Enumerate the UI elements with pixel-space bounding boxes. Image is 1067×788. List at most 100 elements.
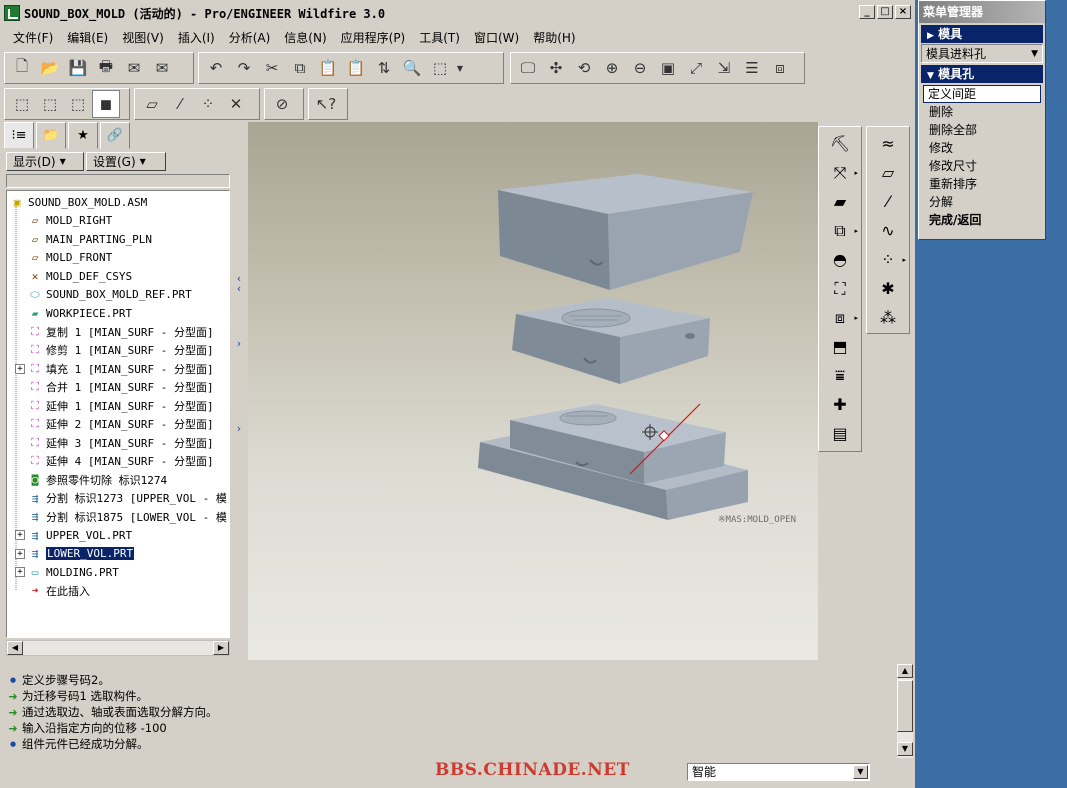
tree-item[interactable]: ➜ 在此插入 bbox=[15, 582, 90, 600]
mold-model-icon[interactable]: ⛏ bbox=[819, 129, 861, 158]
regenerate-icon[interactable]: ⇅ bbox=[370, 54, 398, 82]
tree-item[interactable]: ⛶ 延伸 1 [MIAN_SURF - 分型面] bbox=[15, 397, 213, 415]
menu-item-modify[interactable]: 修改 bbox=[921, 139, 1043, 157]
model-tree-tab-icon[interactable]: ⁝≡ bbox=[4, 122, 34, 149]
chevron-down-icon[interactable]: ▼ bbox=[853, 765, 868, 779]
tree-item[interactable]: ◙ 参照零件切除 标识1274 bbox=[15, 471, 167, 489]
graphics-viewport[interactable]: ※MAS:MOLD_OPEN bbox=[248, 122, 818, 660]
datum-curve-tool-icon[interactable]: ∿ bbox=[867, 216, 909, 245]
datum-axis-tool-icon[interactable]: ⁄ bbox=[867, 187, 909, 216]
tree-filter-bar[interactable] bbox=[6, 174, 230, 188]
select-dropdown-icon[interactable]: ▼ bbox=[454, 54, 466, 82]
navigator-splitter[interactable]: ‹ ‹ › › bbox=[234, 122, 246, 662]
tree-item[interactable]: ▣ SOUND_BOX_MOLD.ASM bbox=[9, 193, 148, 211]
find-icon[interactable]: 🔍 bbox=[398, 54, 426, 82]
collapse-arrow-icon[interactable]: ‹ bbox=[234, 282, 244, 298]
datum-plane-display-icon[interactable]: ▱ bbox=[138, 90, 166, 118]
tree-item[interactable]: ▱ MOLD_RIGHT bbox=[15, 212, 113, 230]
csys-display-icon[interactable]: ✕ bbox=[222, 90, 250, 118]
tree-item[interactable]: ⬭ SOUND_BOX_MOLD_REF.PRT bbox=[15, 286, 191, 304]
message-vertical-scrollbar[interactable]: ▲ ▼ bbox=[897, 664, 913, 758]
molding-part[interactable] bbox=[512, 298, 710, 384]
csys-tool-icon[interactable]: ✱ bbox=[867, 274, 909, 303]
reorient-icon[interactable]: ⤢ bbox=[682, 54, 710, 82]
menu-item-define-step[interactable]: 定义间距 bbox=[923, 85, 1041, 103]
menu-item-modify-dim[interactable]: 修改尺寸 bbox=[921, 157, 1043, 175]
zoom-out-icon[interactable]: ⊖ bbox=[626, 54, 654, 82]
datum-plane-tool-icon[interactable]: ▱ bbox=[867, 158, 909, 187]
scroll-up-icon[interactable]: ▲ bbox=[897, 664, 913, 678]
expand-toggle-icon[interactable]: + bbox=[15, 363, 25, 374]
parting-surface-icon[interactable]: ⛶ bbox=[819, 274, 861, 303]
new-file-icon[interactable]: 🗋 bbox=[8, 54, 36, 82]
tree-item[interactable]: ⇶ 分割 标识1273 [UPPER_VOL - 模 bbox=[15, 489, 227, 507]
menu-insert[interactable]: 插入(I) bbox=[171, 29, 222, 46]
show-menu-button[interactable]: 显示(D) ▼ bbox=[6, 152, 84, 171]
close-button[interactable]: × bbox=[895, 5, 911, 19]
spin-center-icon[interactable]: ✣ bbox=[542, 54, 570, 82]
scroll-right-icon[interactable]: ▶ bbox=[213, 641, 229, 655]
datum-point-tool-icon[interactable]: ⁘ ▸ bbox=[867, 245, 909, 274]
lower-volume-part[interactable] bbox=[478, 404, 748, 520]
sketch-curve-icon[interactable]: ≈ bbox=[867, 129, 909, 158]
orient-mode-icon[interactable]: ⟲ bbox=[570, 54, 598, 82]
save-icon[interactable]: 💾 bbox=[64, 54, 92, 82]
menu-mold-hole-header[interactable]: ▼ 模具孔 bbox=[921, 65, 1043, 83]
expand-arrow-icon[interactable]: › bbox=[234, 337, 244, 353]
refit-icon[interactable]: ▣ bbox=[654, 54, 682, 82]
redo-icon[interactable]: ↷ bbox=[230, 54, 258, 82]
menu-help[interactable]: 帮助(H) bbox=[526, 29, 582, 46]
expand-toggle-icon[interactable]: + bbox=[15, 548, 25, 559]
menu-applications[interactable]: 应用程序(P) bbox=[334, 29, 413, 46]
shading-icon[interactable]: ◼ bbox=[92, 90, 120, 118]
menu-item-delete-all[interactable]: 删除全部 bbox=[921, 121, 1043, 139]
copy-icon[interactable]: ⧉ bbox=[286, 54, 314, 82]
tree-item[interactable]: + ▭ MOLDING.PRT bbox=[15, 563, 119, 581]
menu-item-explode[interactable]: 分解 bbox=[921, 193, 1043, 211]
menu-item-reorder[interactable]: 重新排序 bbox=[921, 175, 1043, 193]
zoom-in-icon[interactable]: ⊕ bbox=[598, 54, 626, 82]
layers-icon[interactable]: ☰ bbox=[738, 54, 766, 82]
extract-component-icon[interactable]: ⬒ bbox=[819, 332, 861, 361]
workpiece-create-icon[interactable]: ▰ bbox=[819, 187, 861, 216]
tree-item[interactable]: ⛶ 延伸 3 [MIAN_SURF - 分型面] bbox=[15, 434, 213, 452]
menu-file[interactable]: 文件(F) bbox=[6, 29, 60, 46]
volume-split-icon[interactable]: ⧈ ▸ bbox=[819, 303, 861, 332]
tree-item[interactable]: ⛶ 延伸 2 [MIAN_SURF - 分型面] bbox=[15, 415, 213, 433]
tree-item[interactable]: + ⇶ LOWER_VOL.PRT bbox=[15, 545, 135, 563]
favorites-tab-icon[interactable]: ★ bbox=[68, 122, 98, 149]
paste-special-icon[interactable]: 📋 bbox=[342, 54, 370, 82]
tree-item[interactable]: + ⇶ UPPER_VOL.PRT bbox=[15, 526, 132, 544]
tree-item[interactable]: ⛶ 复制 1 [MIAN_SURF - 分型面] bbox=[15, 323, 213, 341]
cut-icon[interactable]: ✂ bbox=[258, 54, 286, 82]
menu-info[interactable]: 信息(N) bbox=[277, 29, 333, 46]
connections-tab-icon[interactable]: 🔗 bbox=[100, 122, 130, 149]
selection-filter-select[interactable]: 智能 ▼ bbox=[687, 763, 870, 781]
tree-item[interactable]: ▱ MAIN_PARTING_PLN bbox=[15, 230, 152, 248]
minimize-button[interactable]: _ bbox=[859, 5, 875, 19]
shrinkage-icon[interactable]: ⤧ ▸ bbox=[819, 158, 861, 187]
tree-item[interactable]: ▱ MOLD_FRONT bbox=[15, 249, 113, 267]
tree-item[interactable]: ⇶ 分割 标识1875 [LOWER_VOL - 模 bbox=[15, 508, 227, 526]
datum-axis-display-icon[interactable]: ⁄ bbox=[166, 90, 194, 118]
scroll-thumb[interactable] bbox=[897, 680, 913, 732]
title-bar[interactable]: SOUND_BOX_MOLD (活动的) - Pro/ENGINEER Wild… bbox=[0, 0, 915, 26]
undo-icon[interactable]: ↶ bbox=[202, 54, 230, 82]
email-link-icon[interactable]: ✉ bbox=[148, 54, 176, 82]
email-icon[interactable]: ✉ bbox=[120, 54, 148, 82]
model-tree[interactable]: ▣ SOUND_BOX_MOLD.ASM ▱ MOLD_RIGHT ▱ MAIN_PART… bbox=[6, 190, 230, 638]
menu-view[interactable]: 视图(V) bbox=[115, 29, 171, 46]
expand-toggle-icon[interactable]: + bbox=[15, 567, 25, 577]
open-folder-icon[interactable]: 📂 bbox=[36, 54, 64, 82]
annotation-display-icon[interactable]: ⊘ bbox=[268, 90, 296, 118]
print-icon[interactable]: 🖶 bbox=[92, 54, 120, 82]
molding-create-icon[interactable]: ⩸ bbox=[819, 361, 861, 390]
analysis-feature-icon[interactable]: ⁂ bbox=[867, 303, 909, 332]
expand-toggle-icon[interactable]: + bbox=[15, 530, 25, 540]
tree-horizontal-scrollbar[interactable]: ◀ ▶ bbox=[6, 640, 230, 656]
tree-item[interactable]: ⛶ 合并 1 [MIAN_SURF - 分型面] bbox=[15, 378, 213, 396]
repaint-icon[interactable]: 🖵 bbox=[514, 54, 542, 82]
scroll-down-icon[interactable]: ▼ bbox=[897, 742, 913, 756]
menu-edit[interactable]: 编辑(E) bbox=[60, 29, 115, 46]
view-manager-icon[interactable]: ⧈ bbox=[766, 54, 794, 82]
